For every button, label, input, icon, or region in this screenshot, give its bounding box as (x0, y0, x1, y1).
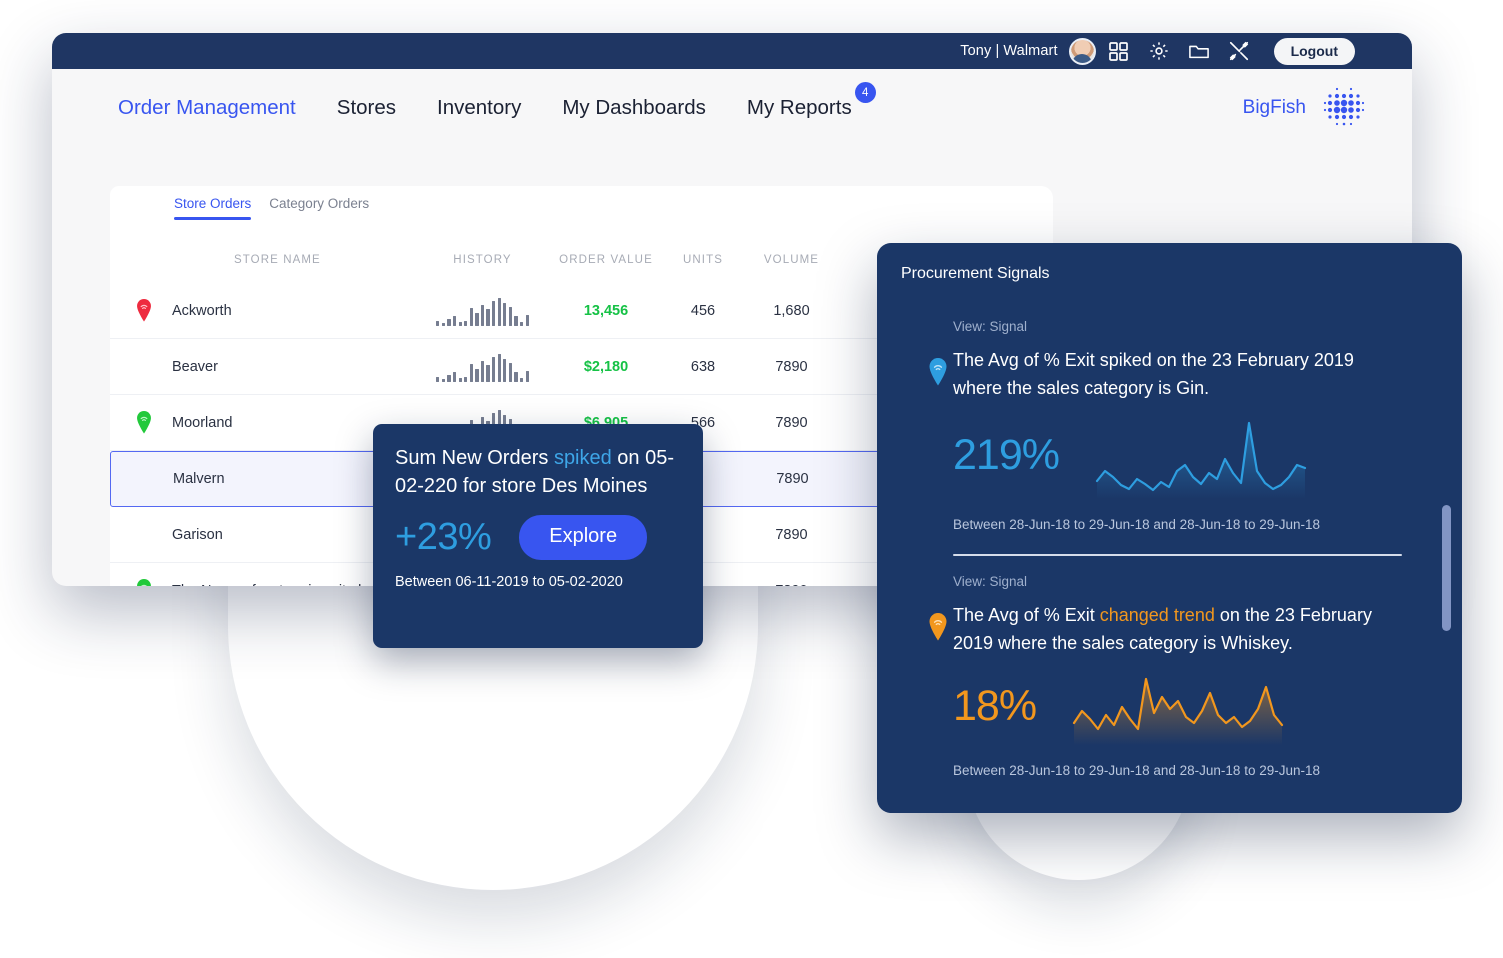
signal-highlight: changed trend (1099, 604, 1215, 625)
tooltip-percent: +23% (395, 515, 492, 558)
row-pin-cell (110, 298, 172, 323)
signal-metric-row: 219% (953, 413, 1402, 499)
header-volume: VOLUME (763, 254, 820, 266)
row-volume: 7890 (775, 358, 808, 375)
row-volume: 1,680 (773, 302, 810, 319)
signal-item-1[interactable]: View: Signal The Avg of % Exit spiked on… (877, 319, 1462, 532)
row-order-value: $2,180 (583, 358, 629, 375)
tab-strip: Store Orders Category Orders (110, 186, 402, 222)
grid-icon[interactable] (1102, 33, 1136, 69)
tools-icon[interactable] (1222, 33, 1256, 69)
tooltip-date-range: Between 06-11-2019 to 05-02-2020 (395, 573, 623, 590)
row-volume: 7890 (775, 526, 808, 543)
tooltip-text: Sum New Orders spiked on 05-02-220 for s… (395, 444, 681, 501)
panel-title: Procurement Signals (901, 265, 1050, 282)
tab-label: Store Orders (174, 196, 252, 211)
main-navigation: Order Management Stores Inventory My Das… (52, 69, 1412, 147)
insight-tooltip-card: Sum New Orders spiked on 05-02-220 for s… (373, 424, 703, 648)
brand-name: BigFish (1242, 97, 1306, 118)
signal-metric-value: 219% (953, 431, 1060, 479)
folder-icon[interactable] (1182, 33, 1216, 69)
nav-label: My Dashboards (562, 96, 706, 119)
row-units: 456 (690, 302, 716, 319)
header-store-name: STORE NAME (234, 254, 321, 266)
nav-label: Inventory (437, 96, 522, 119)
signal-metric-value: 18% (953, 681, 1037, 730)
history-sparkline (415, 296, 550, 326)
explore-button[interactable]: Explore (519, 514, 648, 560)
tab-category-orders[interactable]: Category Orders (269, 196, 369, 220)
tab-label: Category Orders (269, 196, 370, 211)
map-pin-icon-orange (929, 612, 947, 640)
signal-text-before: The Avg of % Exit (953, 350, 1100, 370)
row-pin-cell (110, 410, 172, 435)
nav-item-inventory[interactable]: Inventory (437, 96, 521, 120)
signal-item-2[interactable]: View: Signal The Avg of % Exit changed t… (877, 573, 1462, 778)
signal-text: The Avg of % Exit spiked on the 23 Febru… (953, 346, 1402, 403)
nav-label: Stores (336, 96, 397, 119)
panel-scrollbar[interactable] (1442, 505, 1451, 631)
row-pin-cell (110, 578, 172, 586)
map-pin-icon-green (137, 411, 151, 434)
tooltip-highlight: spiked (553, 447, 612, 469)
signal-metric-row: 18% (953, 667, 1402, 745)
signal-view-label: View: Signal (953, 319, 1028, 334)
row-order-value: 13,456 (583, 302, 629, 319)
header-order-value: ORDER VALUE (559, 254, 653, 266)
header-units: UNITS (683, 254, 723, 266)
nav-label: Order Management (118, 96, 296, 119)
nav-item-order-management[interactable]: Order Management (118, 96, 296, 120)
screenshot-stage: Tony | Walmart Logout Order Management S… (0, 0, 1503, 958)
signal-sparkline-orange (1072, 677, 1284, 745)
history-sparkline (415, 352, 550, 382)
signal-date-range: Between 28-Jun-18 to 29-Jun-18 and 28-Ju… (953, 763, 1320, 778)
tooltip-text-before: Sum New Orders (395, 447, 554, 469)
row-volume: 7890 (775, 414, 808, 431)
map-pin-icon-red (137, 299, 151, 322)
notification-badge: 4 (854, 82, 876, 103)
nav-item-my-dashboards[interactable]: My Dashboards (562, 96, 706, 120)
gear-icon[interactable] (1142, 33, 1176, 69)
row-units: 638 (690, 358, 716, 375)
signal-text-before: The Avg of % Exit (953, 604, 1100, 625)
signal-sparkline-blue (1095, 421, 1307, 499)
nav-item-stores[interactable]: Stores (337, 96, 396, 120)
map-pin-icon-blue (929, 358, 947, 386)
panel-divider (953, 553, 1402, 556)
nav-item-my-reports[interactable]: My Reports 4 (746, 82, 876, 120)
procurement-signals-panel: Procurement Signals View: Signal The Avg… (877, 243, 1462, 813)
user-label: Tony | Walmart (960, 43, 1058, 59)
signal-date-range: Between 28-Jun-18 to 29-Jun-18 and 28-Ju… (953, 516, 1320, 532)
tab-store-orders[interactable]: Store Orders (174, 196, 252, 220)
row-store-name: Ackworth (172, 302, 232, 319)
header-history: HISTORY (453, 254, 512, 266)
nav-label: My Reports (746, 96, 852, 119)
map-pin-icon-green (137, 579, 151, 586)
brand-logo: BigFish (1243, 84, 1368, 132)
row-volume: 7890 (744, 583, 839, 587)
logout-button[interactable]: Logout (1273, 37, 1355, 65)
row-volume: 7890 (776, 471, 809, 487)
signal-view-label: View: Signal (953, 573, 1028, 589)
signal-highlight: spiked (1099, 350, 1152, 370)
user-avatar[interactable] (1068, 37, 1096, 65)
row-store-name: Beaver (172, 358, 218, 375)
bigfish-dot-mark (1323, 87, 1365, 126)
signal-text: The Avg of % Exit changed trend on the 2… (953, 601, 1402, 658)
top-bar: Tony | Walmart Logout (52, 33, 1412, 69)
tooltip-metric-row: +23% Explore (395, 514, 681, 560)
